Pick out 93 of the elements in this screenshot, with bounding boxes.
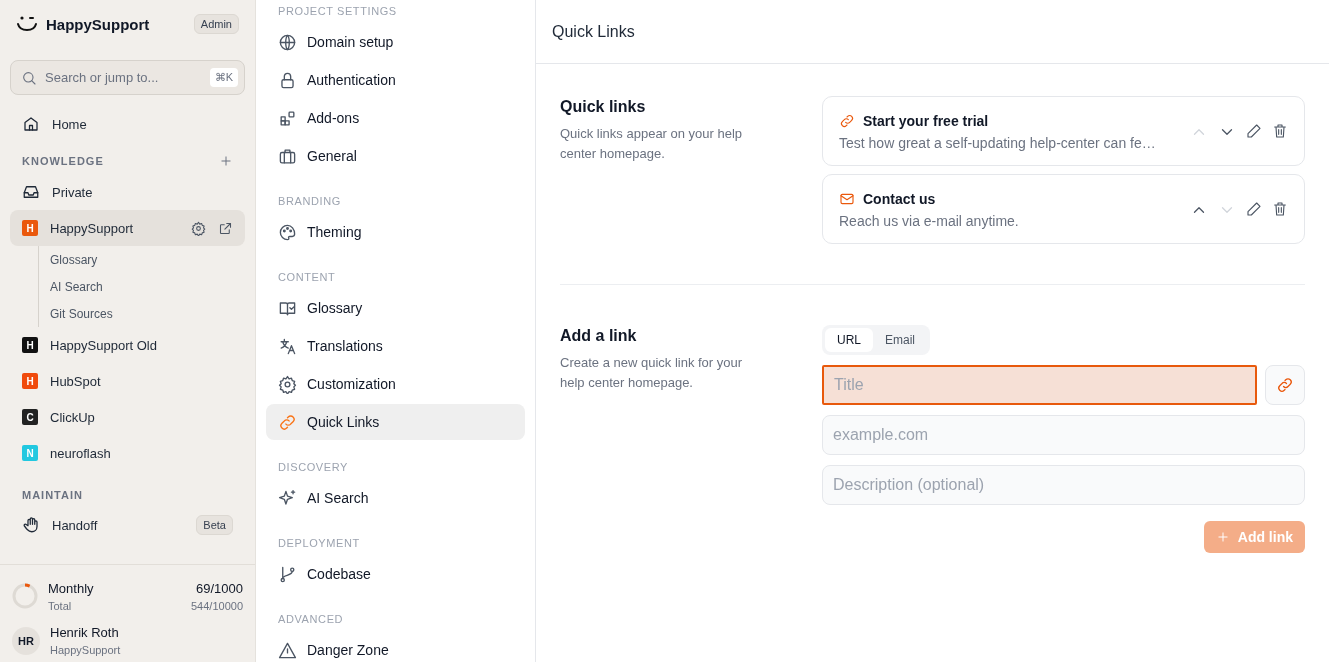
user-avatar[interactable]: HR bbox=[12, 626, 40, 655]
translate-icon bbox=[278, 336, 297, 356]
settings-nav-item[interactable]: Authentication bbox=[266, 62, 525, 98]
knowledge-item[interactable]: H HubSpot bbox=[10, 363, 245, 399]
usage-label: Monthly bbox=[48, 580, 94, 596]
link-icon bbox=[839, 113, 855, 129]
link-type-button[interactable] bbox=[1265, 365, 1305, 405]
knowledge-item[interactable]: H HappySupport Old bbox=[10, 327, 245, 363]
beta-badge: Beta bbox=[196, 515, 233, 535]
plus-icon bbox=[1215, 530, 1230, 544]
section-heading: MAINTAIN bbox=[22, 489, 83, 501]
mail-icon bbox=[839, 191, 855, 207]
settings-nav-item[interactable]: Domain setup bbox=[266, 24, 525, 60]
user-org: HappySupport bbox=[50, 644, 122, 656]
branch-icon bbox=[278, 564, 297, 584]
maintain-item[interactable]: Handoff Beta bbox=[10, 507, 245, 543]
sub-nav-item[interactable]: Glossary bbox=[50, 246, 245, 273]
trash-icon bbox=[1272, 201, 1288, 217]
settings-nav-item[interactable]: General bbox=[266, 138, 525, 174]
section-heading: KNOWLEDGE bbox=[22, 155, 104, 167]
link-title: Start your free trial bbox=[863, 113, 989, 129]
role-badge: Admin bbox=[193, 14, 239, 34]
settings-nav-item[interactable]: Quick Links bbox=[266, 404, 525, 440]
plus-icon bbox=[219, 154, 233, 168]
section-title: Quick links bbox=[560, 98, 647, 116]
edit-button[interactable] bbox=[1246, 123, 1262, 141]
briefcase-icon bbox=[278, 146, 297, 166]
delete-button[interactable] bbox=[1272, 123, 1288, 141]
section-heading: DISCOVERY bbox=[277, 461, 349, 473]
external-link-icon[interactable] bbox=[218, 220, 233, 236]
section-description: Create a new quick link for your help center homepage. bbox=[560, 354, 744, 392]
shortcut-badge: ⌘K bbox=[209, 68, 238, 87]
section-heading: DEPLOYMENT bbox=[277, 537, 361, 549]
link-type-tab[interactable]: Email bbox=[873, 328, 928, 352]
smiley-logo-icon bbox=[16, 15, 38, 33]
knowledge-item[interactable]: N neuroflash bbox=[10, 435, 245, 471]
settings-icon[interactable] bbox=[191, 220, 206, 236]
home-icon bbox=[22, 115, 40, 133]
warning-icon bbox=[278, 640, 297, 660]
text-field[interactable]: Title bbox=[822, 365, 1257, 405]
knowledge-item[interactable]: H HappySupport bbox=[10, 210, 245, 246]
user-name: Henrik Roth bbox=[50, 625, 120, 640]
settings-nav-item[interactable]: Danger Zone bbox=[266, 632, 525, 662]
sparkle-icon bbox=[278, 488, 297, 508]
settings-nav-item[interactable]: Add-ons bbox=[266, 100, 525, 136]
link-type-tab[interactable]: URL bbox=[825, 328, 873, 352]
lock-icon bbox=[278, 70, 297, 90]
settings-icon bbox=[278, 374, 297, 394]
search-icon bbox=[21, 69, 37, 86]
settings-nav-item[interactable]: Customization bbox=[266, 366, 525, 402]
knowledge-item[interactable]: Private bbox=[10, 174, 245, 210]
home-nav-item[interactable]: Home bbox=[10, 106, 245, 142]
link-icon bbox=[1276, 376, 1294, 394]
edit-icon bbox=[1246, 123, 1262, 139]
section-title: Add a link bbox=[560, 327, 638, 345]
search-field[interactable]: Search or jump to... ⌘K bbox=[10, 60, 245, 95]
section-heading: PROJECT SETTINGS bbox=[277, 5, 398, 17]
project-badge: H bbox=[22, 373, 38, 389]
settings-nav-item[interactable]: Theming bbox=[266, 214, 525, 250]
settings-nav-item[interactable]: Codebase bbox=[266, 556, 525, 592]
link-title: Contact us bbox=[863, 191, 936, 207]
section-heading: CONTENT bbox=[277, 271, 337, 283]
usage-value: 69/1000 bbox=[196, 580, 243, 596]
blocks-icon bbox=[278, 108, 297, 128]
usage-ring bbox=[12, 583, 38, 609]
project-badge: N bbox=[22, 445, 38, 461]
link-description: Reach us via e-mail anytime. bbox=[839, 213, 1020, 229]
delete-button[interactable] bbox=[1272, 201, 1288, 219]
usage-subvalue: 544/10000 bbox=[191, 599, 243, 612]
globe-icon bbox=[278, 32, 297, 52]
inbox-icon bbox=[22, 183, 40, 201]
knowledge-item[interactable]: C ClickUp bbox=[10, 399, 245, 435]
section-description: Quick links appear on your help center homepage. bbox=[560, 125, 744, 163]
link-icon bbox=[278, 412, 297, 432]
edit-icon bbox=[1246, 201, 1262, 217]
section-heading: ADVANCED bbox=[277, 613, 345, 625]
project-badge: H bbox=[22, 337, 38, 353]
sub-nav-item[interactable]: AI Search bbox=[50, 273, 245, 300]
project-badge: H bbox=[22, 220, 38, 236]
section-heading: BRANDING bbox=[277, 195, 342, 207]
app-name: HappySupport bbox=[46, 15, 151, 33]
palette-icon bbox=[278, 222, 297, 242]
project-badge: C bbox=[22, 409, 38, 425]
settings-nav-item[interactable]: Translations bbox=[266, 328, 525, 364]
settings-nav-item[interactable]: Glossary bbox=[266, 290, 525, 326]
hand-icon bbox=[22, 516, 40, 534]
usage-sublabel: Total bbox=[48, 599, 72, 612]
settings-nav-item[interactable]: AI Search bbox=[266, 480, 525, 516]
trash-icon bbox=[1272, 123, 1288, 139]
edit-button[interactable] bbox=[1246, 201, 1262, 219]
page-title: Quick Links bbox=[536, 0, 1329, 64]
sub-nav-item[interactable]: Git Sources bbox=[50, 300, 245, 327]
link-description: Test how great a self-updating help-center can fe… bbox=[839, 135, 1157, 151]
